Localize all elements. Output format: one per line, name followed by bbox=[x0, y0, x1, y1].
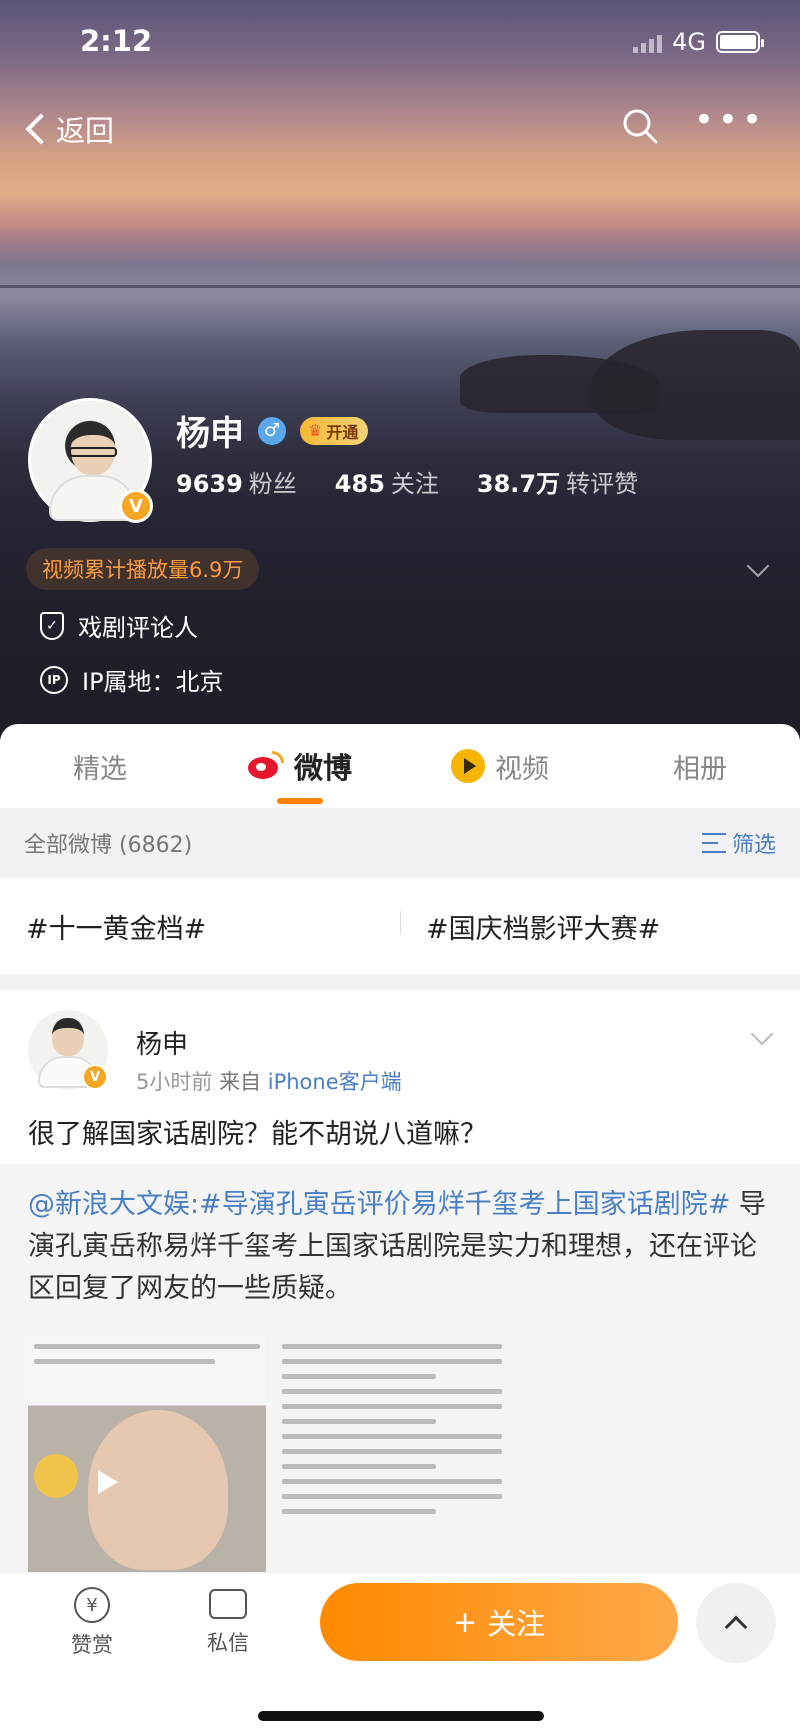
profile-tabs: 精选 微博 视频 相册 bbox=[0, 724, 800, 808]
message-button[interactable]: 私信 bbox=[188, 1587, 268, 1657]
avatar[interactable]: V bbox=[28, 1010, 108, 1090]
image-thumbnail[interactable] bbox=[274, 1334, 512, 1572]
battery-icon bbox=[716, 31, 764, 53]
stat-label: 关注 bbox=[390, 470, 439, 498]
status-time: 2:12 bbox=[80, 24, 153, 58]
ip-location: IP属地：北京 bbox=[82, 668, 224, 696]
tab-album[interactable]: 相册 bbox=[600, 724, 800, 808]
tab-label: 视频 bbox=[495, 753, 549, 785]
message-label: 私信 bbox=[207, 1631, 249, 1655]
horizon bbox=[0, 285, 800, 288]
topic-link[interactable]: #十一黄金档# bbox=[0, 907, 400, 946]
tab-label: 精选 bbox=[73, 753, 127, 785]
signal-icon bbox=[633, 31, 663, 53]
vip-label: 开通 bbox=[326, 422, 359, 442]
back-label: 返回 bbox=[56, 114, 115, 148]
profile-name: 杨申 bbox=[176, 414, 244, 454]
tab-weibo[interactable]: 微博 bbox=[200, 724, 400, 808]
scroll-top-button[interactable] bbox=[696, 1583, 776, 1663]
message-icon bbox=[209, 1589, 247, 1619]
video-icon bbox=[451, 749, 485, 783]
filter-label: 筛选 bbox=[731, 833, 776, 858]
stat-number: 9639 bbox=[176, 470, 243, 498]
post-source-prefix: 来自 bbox=[219, 1070, 262, 1094]
post-author[interactable]: 杨申 bbox=[136, 1024, 188, 1061]
reward-label: 赞赏 bbox=[71, 1633, 113, 1657]
profile-title-line: ✓ 戏剧评论人 bbox=[40, 608, 198, 643]
chevron-down-icon[interactable] bbox=[750, 1022, 774, 1046]
stat-number: 38.7万 bbox=[476, 470, 561, 498]
chevron-left-icon bbox=[25, 113, 57, 145]
bear-toy bbox=[34, 1454, 78, 1498]
topic-row: #十一黄金档# #国庆档影评大赛# bbox=[0, 878, 800, 990]
ip-icon: IP bbox=[40, 665, 68, 694]
ip-location-line: IP IP属地：北京 bbox=[40, 662, 224, 697]
play-icon bbox=[98, 1470, 118, 1494]
video-play-count[interactable]: 视频累计播放量6.9万 bbox=[26, 548, 260, 590]
more-icon[interactable]: ••• bbox=[694, 103, 766, 137]
all-posts-count[interactable]: 全部微博 (6862) bbox=[24, 827, 192, 859]
tab-label: 相册 bbox=[673, 753, 727, 785]
plus-icon: + bbox=[452, 1605, 478, 1639]
status-bar: 2:12 4G bbox=[80, 24, 764, 64]
bottom-action-bar: ¥ 赞赏 私信 + 关注 bbox=[0, 1572, 800, 1731]
network-type: 4G bbox=[672, 28, 706, 56]
filter-icon bbox=[701, 833, 726, 853]
video-thumbnail[interactable] bbox=[28, 1334, 266, 1572]
filter-button[interactable]: 筛选 bbox=[701, 827, 776, 859]
vip-open-badge[interactable]: ♛ 开通 bbox=[300, 416, 369, 445]
crown-icon: ♛ bbox=[308, 421, 323, 440]
reward-icon: ¥ bbox=[74, 1587, 110, 1623]
post-meta: 5小时前 来自 iPhone客户端 bbox=[136, 1066, 402, 1096]
profile-stats: 9639 粉丝 485 关注 38.7万 转评赞 bbox=[176, 464, 638, 499]
post-source[interactable]: iPhone客户端 bbox=[268, 1070, 402, 1094]
repost-link[interactable]: @新浪大文娱:#导演孔寅岳评价易烊千玺考上国家话剧院# bbox=[28, 1189, 730, 1220]
stat-label: 粉丝 bbox=[248, 470, 297, 498]
filter-bar: 全部微博 (6862) 筛选 bbox=[0, 808, 800, 878]
rock bbox=[590, 330, 800, 440]
verified-icon: V bbox=[82, 1064, 108, 1090]
repost-block[interactable]: @新浪大文娱:#导演孔寅岳评价易烊千玺考上国家话剧院# 导演孔寅岳称易烊千玺考上… bbox=[0, 1164, 800, 1584]
follow-label: 关注 bbox=[487, 1607, 546, 1641]
post-text: 很了解国家话剧院？能不胡说八道嘛？ bbox=[28, 1119, 487, 1150]
avatar[interactable]: V bbox=[28, 398, 153, 523]
verified-icon: V bbox=[119, 489, 153, 523]
home-indicator bbox=[258, 1711, 544, 1721]
tab-featured[interactable]: 精选 bbox=[0, 724, 200, 808]
search-icon[interactable] bbox=[620, 106, 660, 146]
back-button[interactable]: 返回 bbox=[22, 108, 114, 150]
top-nav: 返回 ••• bbox=[22, 100, 770, 156]
reward-button[interactable]: ¥ 赞赏 bbox=[52, 1587, 132, 1659]
weibo-icon bbox=[247, 751, 284, 781]
shield-icon: ✓ bbox=[40, 611, 64, 640]
male-icon: ♂ bbox=[258, 416, 286, 445]
profile-title: 戏剧评论人 bbox=[78, 614, 198, 642]
media-thumbnails bbox=[28, 1334, 512, 1572]
chevron-up-icon bbox=[724, 1615, 748, 1639]
stat-following[interactable]: 485 关注 bbox=[335, 464, 439, 499]
stat-fans[interactable]: 9639 粉丝 bbox=[176, 464, 297, 499]
stat-likes[interactable]: 38.7万 转评赞 bbox=[477, 464, 638, 499]
stat-label: 转评赞 bbox=[566, 470, 639, 498]
post-time: 5小时前 bbox=[136, 1070, 213, 1094]
tab-label: 微博 bbox=[293, 751, 352, 785]
follow-button[interactable]: + 关注 bbox=[320, 1583, 678, 1661]
repost-text: @新浪大文娱:#导演孔寅岳评价易烊千玺考上国家话剧院# 导演孔寅岳称易烊千玺考上… bbox=[28, 1184, 772, 1310]
tab-video[interactable]: 视频 bbox=[400, 724, 600, 808]
topic-link[interactable]: #国庆档影评大赛# bbox=[400, 907, 800, 946]
stat-number: 485 bbox=[334, 470, 385, 498]
